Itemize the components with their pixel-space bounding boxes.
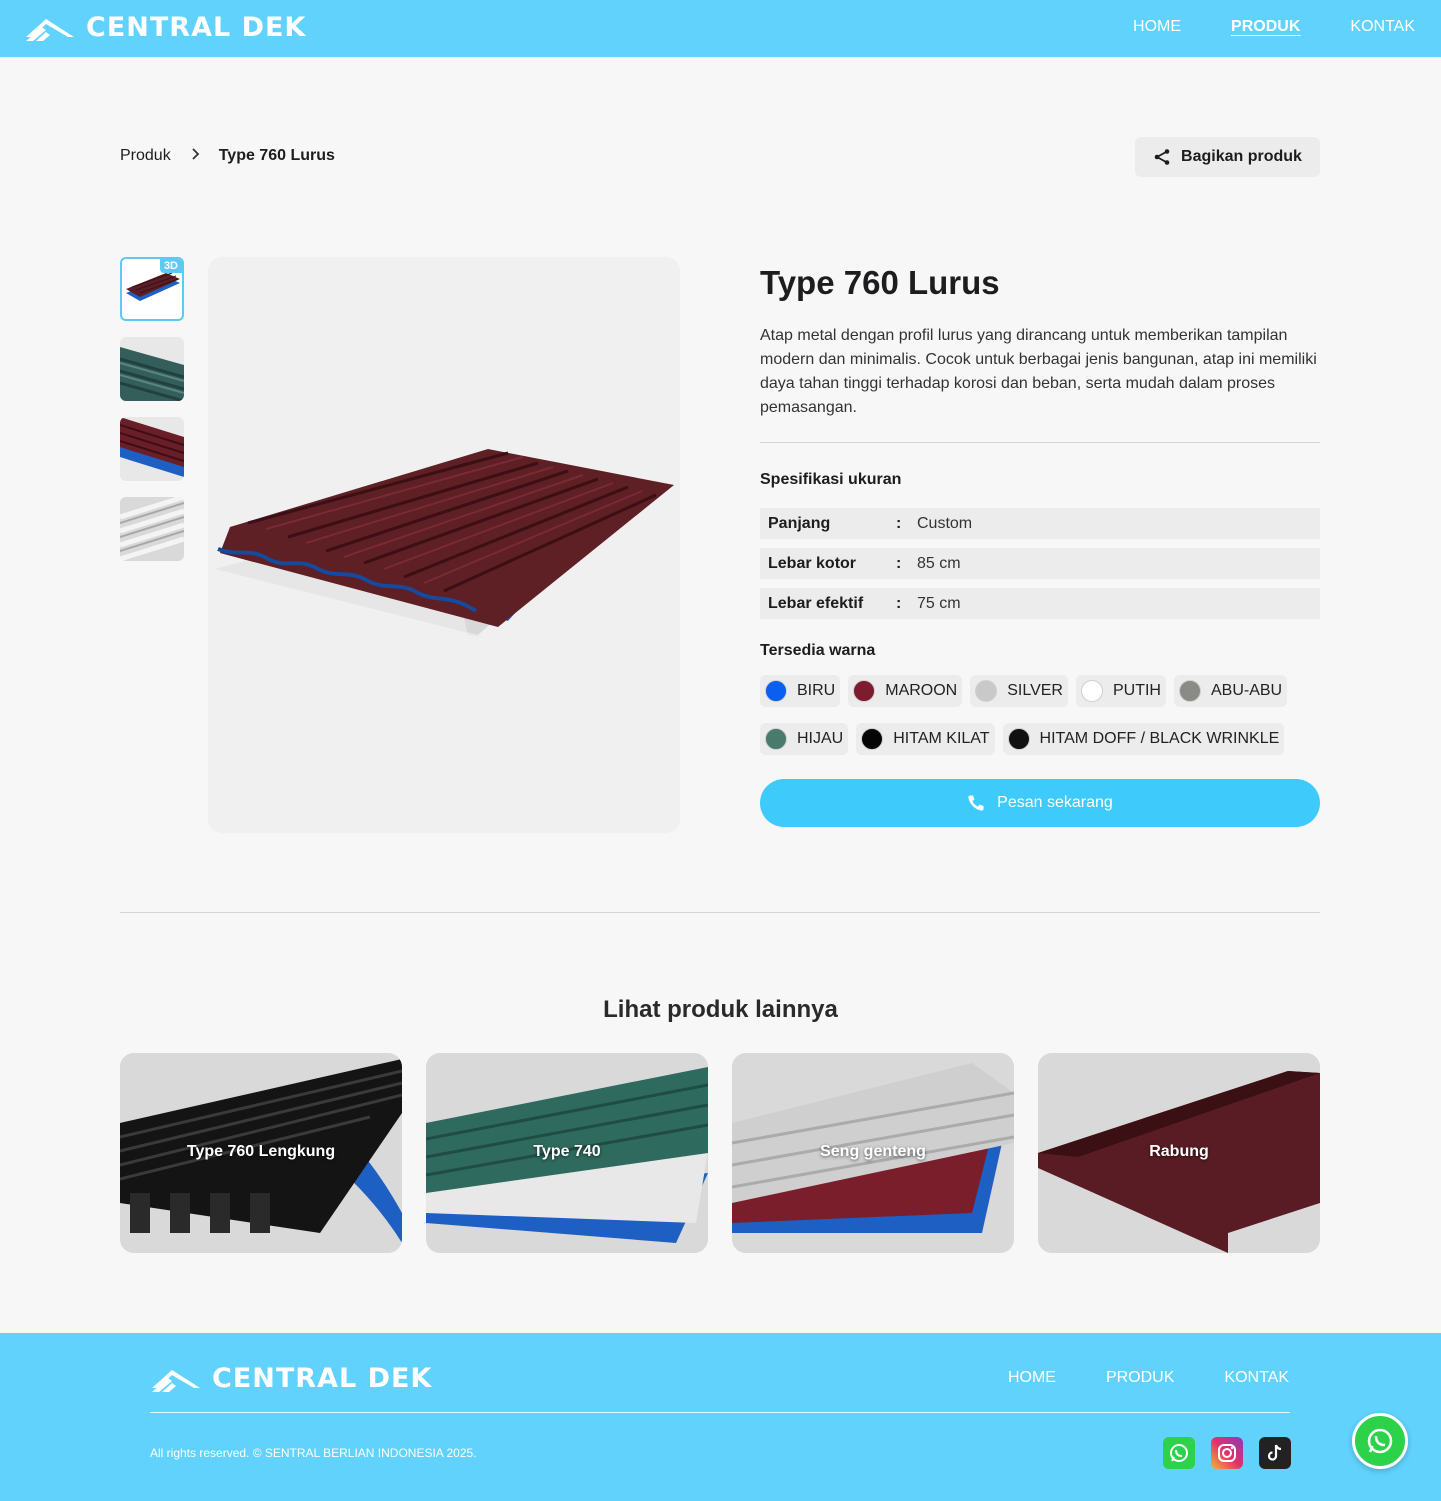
color-label: SILVER	[1007, 682, 1063, 699]
color-label: HITAM DOFF / BLACK WRINKLE	[1039, 730, 1280, 747]
color-label: MAROON	[885, 682, 958, 699]
spec-row-lebar-efektif: Lebar efektif : 75 cm	[760, 588, 1320, 619]
spec-sep: :	[896, 554, 902, 572]
product-card-740[interactable]: Type 740	[426, 1053, 708, 1253]
share-label: Bagikan produk	[1181, 148, 1302, 165]
color-chip-abu-abu[interactable]: ABU-ABU	[1173, 675, 1288, 707]
spec-key: Lebar kotor	[768, 554, 857, 572]
more-products-list: Type 760 Lengkung Type 740 Seng genteng …	[120, 1053, 1320, 1253]
breadcrumb-produk[interactable]: Produk	[120, 147, 171, 165]
top-navbar: CENTRAL DEK HOME PRODUK KONTAK	[0, 0, 1441, 57]
nav-home[interactable]: HOME	[1133, 18, 1181, 36]
color-swatch	[765, 680, 787, 702]
copyright: All rights reserved. © SENTRAL BERLIAN I…	[150, 1446, 477, 1460]
roof-logo-icon	[26, 18, 74, 41]
whatsapp-float-button[interactable]	[1352, 1413, 1408, 1469]
color-chip-hitam-kilat[interactable]: HITAM KILAT	[856, 723, 995, 755]
share-icon	[1154, 149, 1170, 165]
brand-name: CENTRAL DEK	[86, 12, 307, 43]
card-label: Type 740	[533, 1143, 601, 1160]
footer-logo[interactable]: CENTRAL DEK	[150, 1363, 432, 1394]
more-products-title: Lihat produk lainnya	[603, 996, 838, 1023]
tiktok-icon[interactable]	[1259, 1437, 1291, 1469]
color-swatch	[1080, 680, 1103, 702]
footer-nav-produk[interactable]: PRODUK	[1106, 1369, 1174, 1387]
color-label: BIRU	[797, 682, 836, 699]
color-chip-putih[interactable]: PUTIH	[1075, 675, 1166, 707]
brand-logo[interactable]: CENTRAL DEK	[24, 12, 306, 43]
color-label: HITAM KILAT	[893, 730, 990, 747]
footer: CENTRAL DEK HOME PRODUK KONTAK All right…	[0, 1333, 1441, 1501]
spec-key: Lebar efektif	[768, 594, 864, 612]
spec-table: Panjang : Custom Lebar kotor : 85 cm Leb…	[760, 508, 1320, 619]
product-description: Atap metal dengan profil lurus yang dira…	[760, 327, 1317, 416]
share-product-button[interactable]: Bagikan produk	[1135, 137, 1320, 177]
nav-kontak[interactable]: KONTAK	[1350, 18, 1415, 36]
color-label: PUTIH	[1112, 682, 1161, 699]
whatsapp-icon	[1367, 1428, 1393, 1454]
thumbnail-green[interactable]	[120, 337, 184, 401]
spec-sep: :	[896, 514, 902, 532]
colors-title: Tersedia warna	[760, 642, 876, 659]
color-swatch	[765, 728, 787, 750]
color-chip-hitam-doff[interactable]: HITAM DOFF / BLACK WRINKLE	[1002, 723, 1285, 755]
color-label: HIJAU	[797, 730, 844, 747]
color-swatch	[975, 680, 998, 702]
color-swatch	[1007, 728, 1030, 750]
main-nav: HOME PRODUK KONTAK	[1133, 18, 1415, 36]
phone-icon	[968, 795, 984, 811]
thumbnail-3d[interactable]: 3D	[120, 257, 184, 321]
spec-title: Spesifikasi ukuran	[760, 471, 902, 488]
color-label: ABU-ABU	[1210, 682, 1283, 699]
chevron-right-icon	[191, 147, 201, 165]
order-now-button[interactable]: Pesan sekarang	[760, 779, 1320, 827]
breadcrumb-current: Type 760 Lurus	[218, 147, 335, 164]
card-label: Seng genteng	[820, 1143, 926, 1160]
color-options: BIRU MAROON SILVER PUTIH ABU-ABU HIJAU H…	[760, 675, 1320, 755]
whatsapp-icon[interactable]	[1163, 1437, 1195, 1469]
footer-brand-name: CENTRAL DEK	[212, 1363, 433, 1394]
main-product-image[interactable]	[208, 257, 680, 833]
color-chip-maroon[interactable]: MAROON	[848, 675, 963, 707]
divider	[760, 442, 1320, 443]
product-card-760-lengkung[interactable]: Type 760 Lengkung	[120, 1053, 402, 1253]
footer-nav-kontak[interactable]: KONTAK	[1224, 1369, 1289, 1387]
thumbnail-maroon[interactable]	[120, 417, 184, 481]
spec-row-lebar-kotor: Lebar kotor : 85 cm	[760, 548, 1320, 579]
instagram-icon[interactable]	[1211, 1437, 1243, 1469]
section-divider	[120, 912, 1320, 913]
product-info: Type 760 Lurus Atap metal dengan profil …	[760, 257, 1320, 827]
order-label: Pesan sekarang	[997, 794, 1113, 811]
product-card-seng-genteng[interactable]: Seng genteng	[732, 1053, 1014, 1253]
color-swatch	[1178, 680, 1201, 702]
color-chip-silver[interactable]: SILVER	[970, 675, 1068, 707]
roof-logo-icon	[152, 1369, 200, 1392]
footer-nav: HOME PRODUK KONTAK	[1008, 1369, 1289, 1387]
color-chip-hijau[interactable]: HIJAU	[760, 723, 849, 755]
footer-divider	[150, 1412, 1290, 1413]
product-title: Type 760 Lurus	[760, 264, 1000, 301]
3d-badge: 3D	[159, 259, 182, 273]
spec-value: Custom	[917, 514, 973, 532]
thumbnail-list: 3D	[120, 257, 184, 577]
social-links	[1163, 1437, 1291, 1469]
spec-sep: :	[896, 594, 902, 612]
breadcrumb: Produk Type 760 Lurus	[120, 147, 335, 165]
footer-nav-home[interactable]: HOME	[1008, 1369, 1056, 1387]
color-swatch	[861, 728, 884, 750]
card-label: Rabung	[1149, 1143, 1209, 1160]
card-label: Type 760 Lengkung	[186, 1143, 336, 1160]
spec-key: Panjang	[768, 514, 831, 532]
spec-value: 75 cm	[917, 594, 961, 612]
thumbnail-silver[interactable]	[120, 497, 184, 561]
product-card-rabung[interactable]: Rabung	[1038, 1053, 1320, 1253]
spec-row-panjang: Panjang : Custom	[760, 508, 1320, 539]
color-swatch	[853, 680, 876, 702]
nav-produk[interactable]: PRODUK	[1231, 18, 1300, 36]
color-chip-biru[interactable]: BIRU	[760, 675, 841, 707]
spec-value: 85 cm	[917, 554, 961, 572]
roof-sheet-image	[216, 449, 674, 637]
